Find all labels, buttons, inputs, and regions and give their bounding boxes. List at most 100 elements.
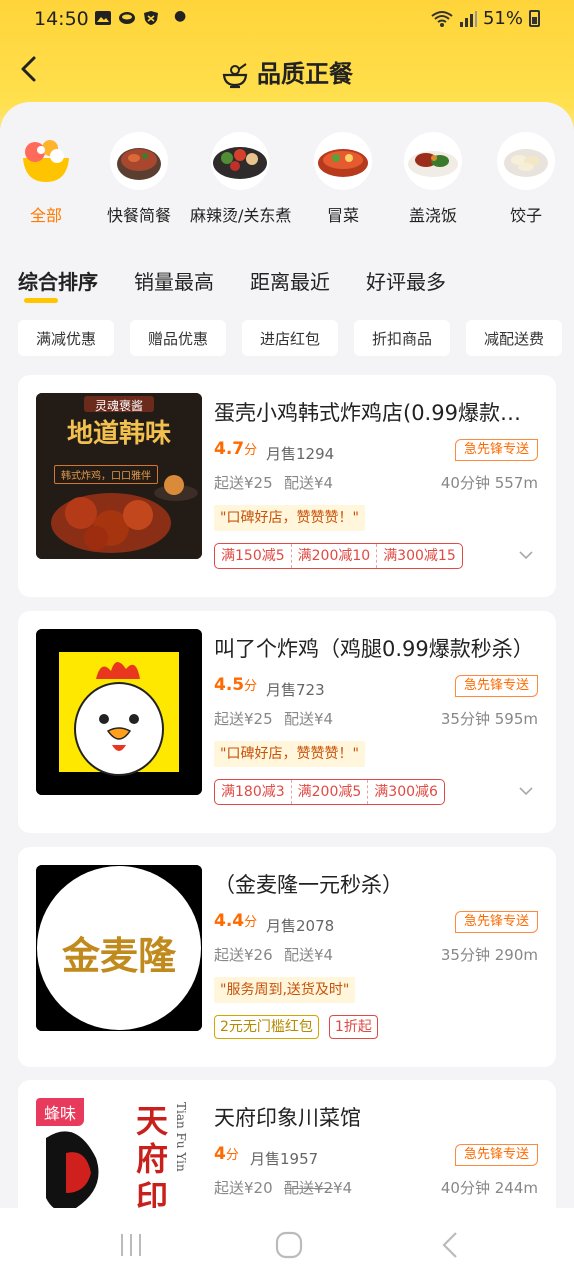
malatang-icon <box>211 132 269 190</box>
shield-icon <box>144 11 158 25</box>
filter-delivery-fee[interactable]: 减配送费 <box>466 320 562 356</box>
min-order: 起送¥26 <box>214 946 273 964</box>
min-order: 起送¥20 <box>214 1179 273 1197</box>
category-label: 麻辣烫/关东煮 <box>190 206 292 225</box>
maocai-icon <box>314 132 372 190</box>
bowl-icon <box>222 63 248 89</box>
category-label: 饺子 <box>509 206 542 225</box>
monthly-sales: 月售1957 <box>250 1150 319 1168</box>
recent-apps-icon[interactable] <box>116 1230 146 1260</box>
all-category-icon <box>17 132 75 190</box>
promo-badge: 满300减6 <box>367 780 444 804</box>
store-image <box>36 629 202 795</box>
back-nav-icon[interactable] <box>436 1230 466 1260</box>
store-image: 灵魂褒酱 地道韩味 韩式炸鸡，口口雅伴 <box>36 393 202 559</box>
category-fast-food[interactable]: 快餐简餐 <box>89 132 189 226</box>
navigation-bar: 品质正餐 <box>0 46 574 94</box>
delivery-badge: 急先锋专送 <box>454 675 538 697</box>
category-dumplings[interactable]: 饺子 <box>476 132 574 226</box>
promo-badge: 满200减10 <box>290 544 377 568</box>
sort-sales[interactable]: 销量最高 <box>134 266 214 306</box>
rating-unit: 分 <box>244 915 258 930</box>
store-rating: 4.5分 <box>214 675 257 695</box>
promo-badge: 满180减3 <box>221 784 285 800</box>
store-name[interactable]: 叫了个炸鸡（鸡腿0.99爆款秒杀） <box>214 633 534 663</box>
delivery-badge: 急先锋专送 <box>454 439 538 461</box>
rating-value: 4 <box>214 1144 226 1164</box>
battery-icon <box>529 10 540 27</box>
signal-icon <box>459 10 477 27</box>
store-badge: 蜂味 <box>36 1098 85 1126</box>
store-name[interactable]: 天府印象川菜馆 <box>214 1102 534 1132</box>
status-right: 51% <box>431 8 540 29</box>
category-label: 冒菜 <box>326 206 359 225</box>
notification-icons <box>94 10 160 26</box>
image-caption-main: 地道韩味 <box>66 419 171 449</box>
category-malatang[interactable]: 麻辣烫/关东煮 <box>190 132 292 226</box>
app-icon <box>119 12 135 24</box>
store-card[interactable]: 叫了个炸鸡（鸡腿0.99爆款秒杀） 4.5分 月售723 急先锋专送 起送¥25… <box>18 611 556 833</box>
discount-tag: 1折起 <box>328 1015 378 1039</box>
promo-badge: 满150减5 <box>221 548 285 564</box>
rating-unit: 分 <box>225 1148 239 1163</box>
filter-chips: 满减优惠 赠品优惠 进店红包 折扣商品 减配送费 <box>18 320 562 356</box>
red-packet-tag: 2元无门槛红包 <box>214 1015 319 1039</box>
review-quote: "口碑好店，赞赞赞！" <box>214 741 365 767</box>
dumplings-icon <box>497 132 555 190</box>
min-order: 起送¥25 <box>214 474 273 492</box>
delivery-fee: 配送¥4 <box>284 946 334 964</box>
category-maocai[interactable]: 冒菜 <box>293 132 393 226</box>
category-label: 盖浇饭 <box>408 206 457 225</box>
eta-distance: 40分钟 557m <box>440 474 538 492</box>
fast-food-icon <box>110 132 168 190</box>
store-rating: 4分 <box>214 1144 239 1164</box>
filter-red-packet[interactable]: 进店红包 <box>242 320 338 356</box>
store-card[interactable]: 金麦隆 （金麦隆一元秒杀） 4.4分 月售2078 急先锋专送 起送¥26 配送… <box>18 847 556 1067</box>
store-card[interactable]: 灵魂褒酱 地道韩味 韩式炸鸡，口口雅伴 蛋壳小鸡韩式炸鸡店(0.99爆款鸡腿) … <box>18 375 556 597</box>
store-rating: 4.7分 <box>214 439 257 459</box>
rating-value: 4.7 <box>214 439 245 459</box>
promo-badge: 满300减15 <box>376 544 462 568</box>
promo-badge: 满200减5 <box>290 780 368 804</box>
store-logo-text: 天府印 <box>136 1102 169 1216</box>
category-label: 快餐简餐 <box>106 206 171 225</box>
filter-sale-items[interactable]: 折扣商品 <box>354 320 450 356</box>
home-icon[interactable] <box>274 1230 304 1260</box>
monthly-sales: 月售2078 <box>266 917 335 935</box>
rating-value: 4.4 <box>214 911 245 931</box>
promo-badges: 满150减5 满200减10 满300减15 <box>214 543 463 569</box>
store-name[interactable]: 蛋壳小鸡韩式炸鸡店(0.99爆款鸡腿) <box>214 397 534 427</box>
eta-distance: 35分钟 290m <box>440 946 538 964</box>
sort-distance[interactable]: 距离最近 <box>250 266 330 306</box>
content-panel: 全部 快餐简餐 麻辣烫/关东煮 冒菜 盖浇饭 饺子 综合排序 销量最高 距离最近… <box>0 102 574 1280</box>
rating-unit: 分 <box>244 679 258 694</box>
gallery-icon <box>95 11 111 25</box>
rating-value: 4.5 <box>214 675 245 695</box>
sort-tabs: 综合排序 销量最高 距离最近 好评最多 <box>18 266 446 306</box>
rice-bowl-icon <box>404 132 462 190</box>
delivery-fee: 配送¥2¥4 <box>284 1177 352 1198</box>
image-caption-top: 灵魂褒酱 <box>94 399 143 413</box>
store-image: 金麦隆 <box>36 865 202 1031</box>
store-name[interactable]: （金麦隆一元秒杀） <box>214 869 534 899</box>
sort-rating[interactable]: 好评最多 <box>366 266 446 306</box>
filter-discount[interactable]: 满减优惠 <box>18 320 114 356</box>
review-quote: "服务周到,送货及时" <box>214 977 356 1003</box>
filter-gift[interactable]: 赠品优惠 <box>130 320 226 356</box>
wifi-icon <box>431 10 453 27</box>
store-logo-text: 金麦隆 <box>61 933 176 978</box>
delivery-fee-old: 配送¥2 <box>284 1179 334 1197</box>
chevron-down-icon[interactable] <box>518 783 534 799</box>
delivery-fee: 配送¥4 <box>284 710 334 728</box>
chevron-down-icon[interactable] <box>518 547 534 563</box>
promo-tags: 2元无门槛红包 1折起 <box>214 1015 378 1039</box>
monthly-sales: 月售723 <box>266 681 325 699</box>
category-all[interactable]: 全部 <box>0 132 96 226</box>
status-bar: 14:50 ● 51% <box>0 0 574 40</box>
monthly-sales: 月售1294 <box>266 445 335 463</box>
page-title-text: 品质正餐 <box>257 60 353 88</box>
category-row: 全部 快餐简餐 麻辣烫/关东煮 冒菜 盖浇饭 饺子 <box>0 132 574 242</box>
rating-unit: 分 <box>244 443 258 458</box>
category-rice-bowl[interactable]: 盖浇饭 <box>383 132 483 226</box>
page-title: 品质正餐 <box>0 54 574 89</box>
